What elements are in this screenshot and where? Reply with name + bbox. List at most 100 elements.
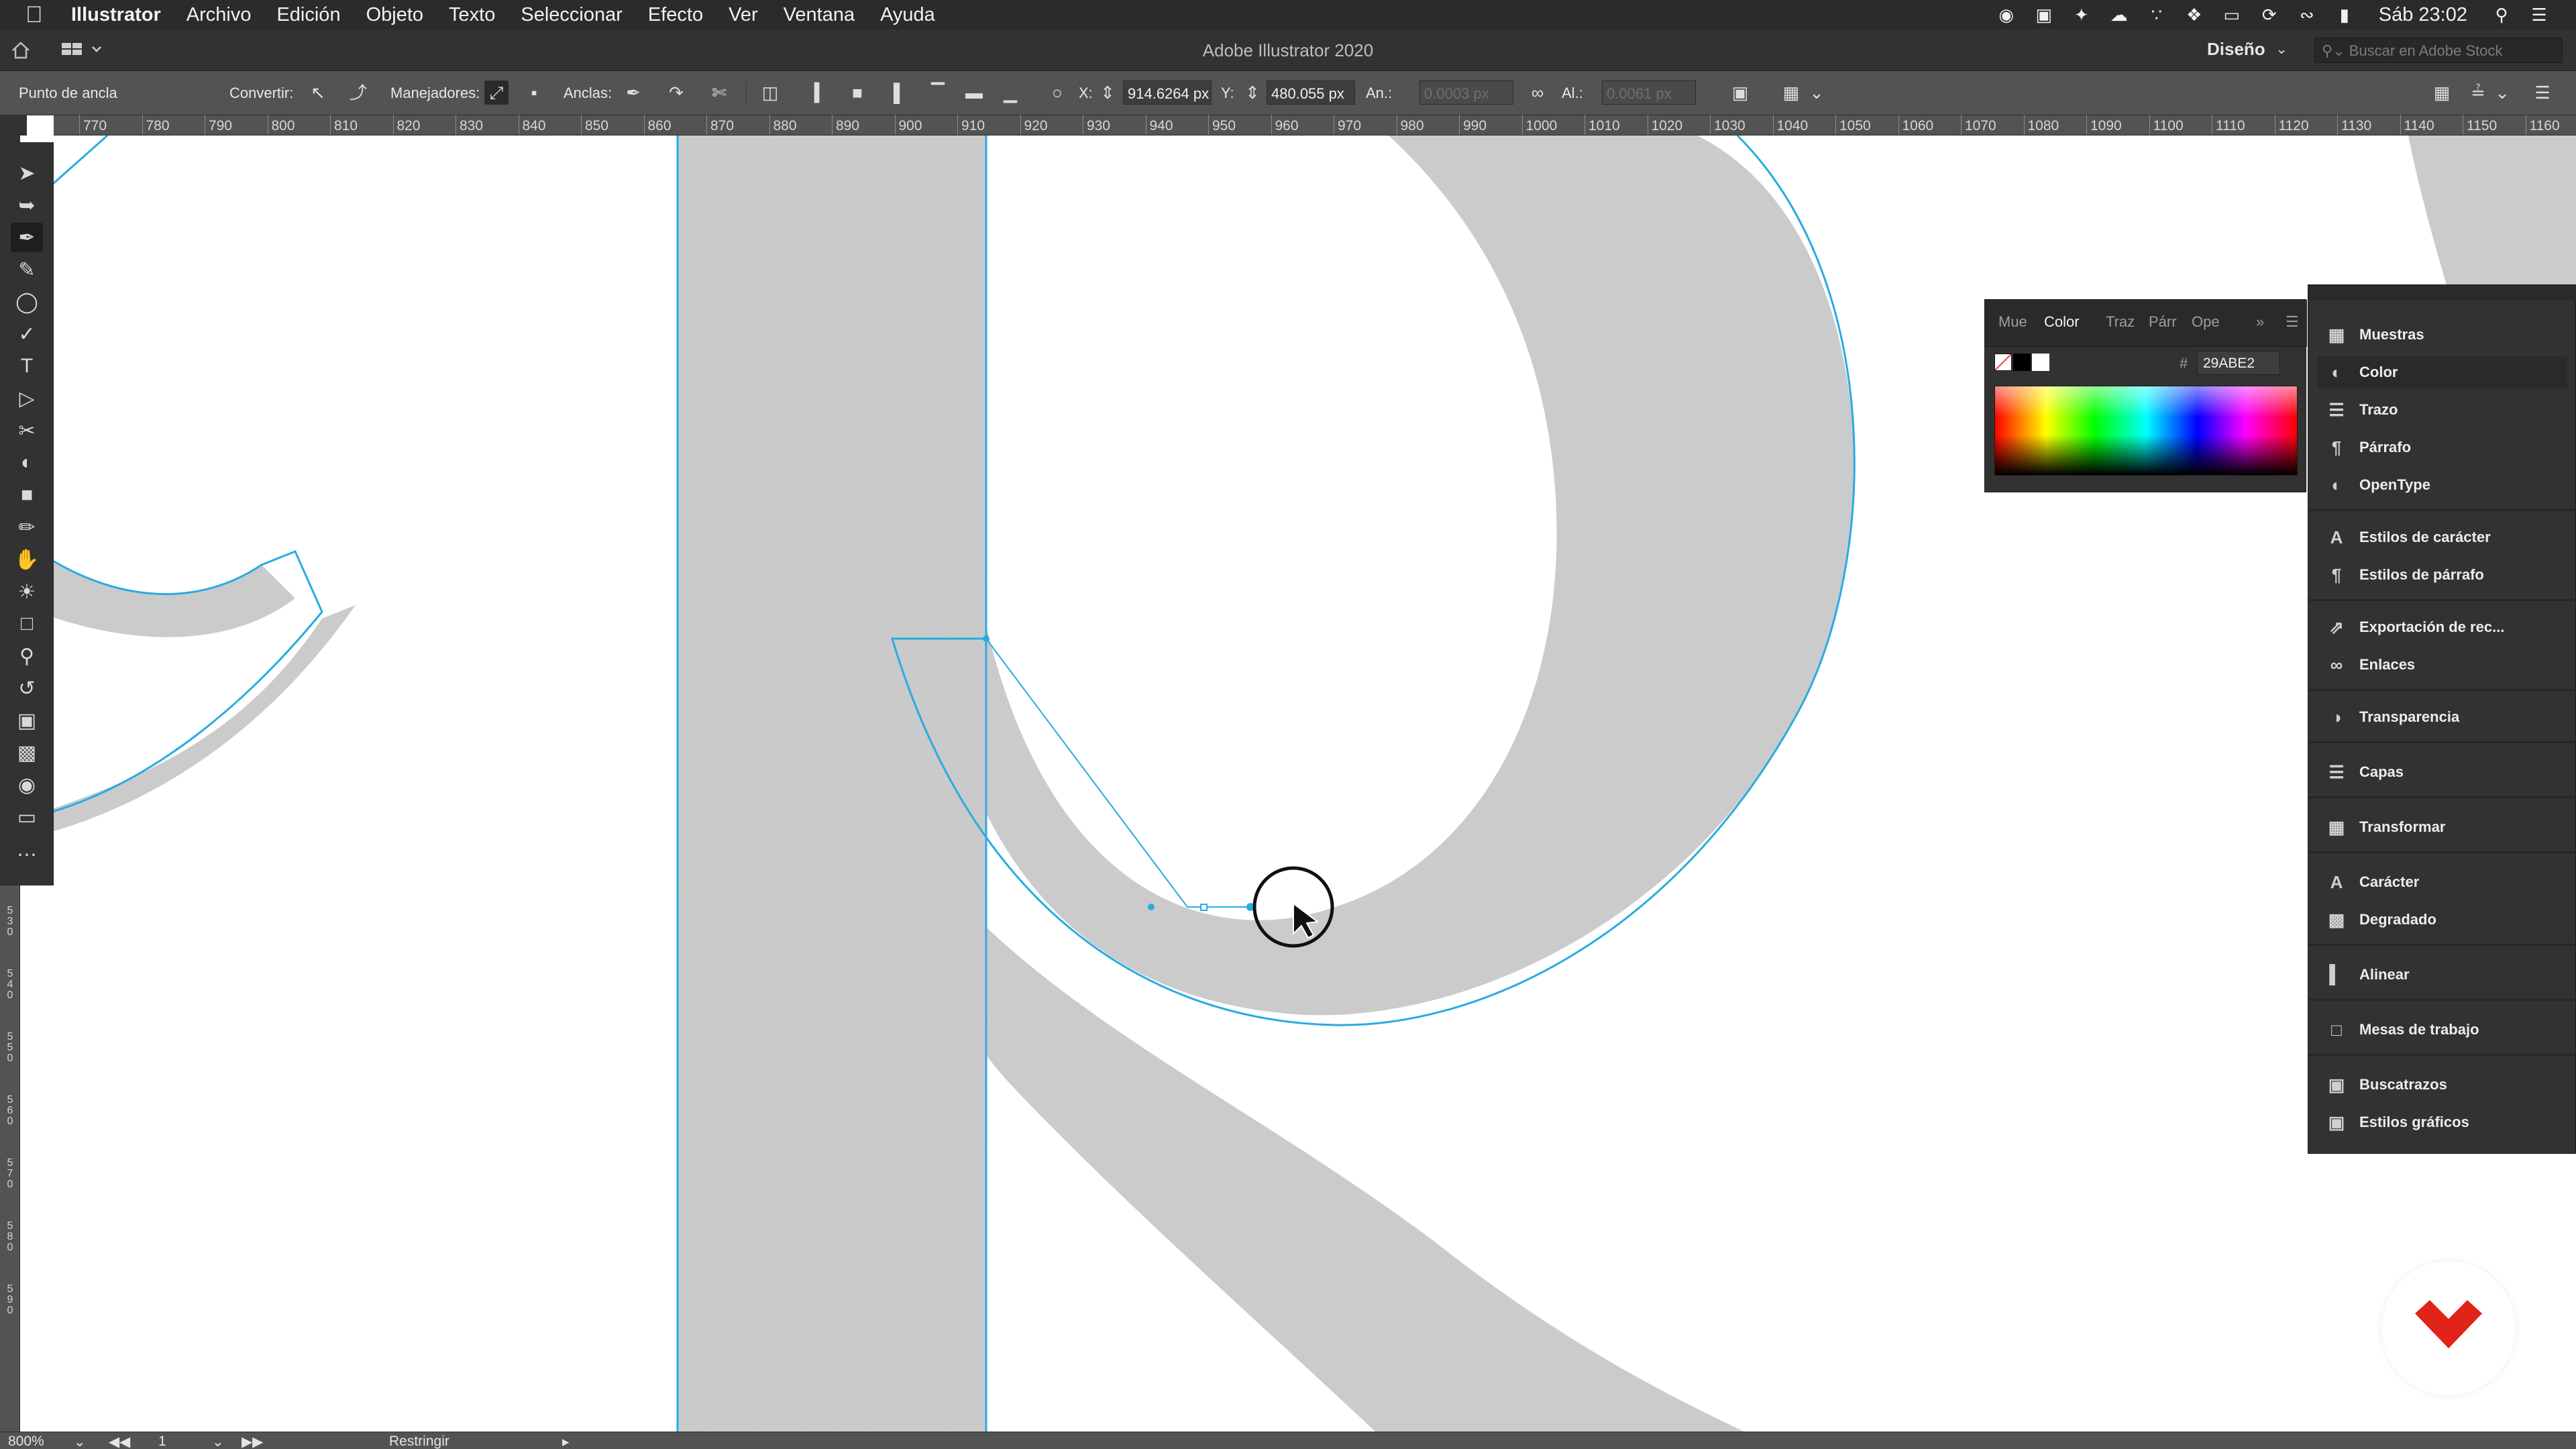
tab-muestras[interactable]: Mue <box>1998 313 2027 331</box>
dock-item-degradado[interactable]: ▩ Degradado <box>2318 904 2567 936</box>
pen-tool-icon[interactable]: ✒ <box>11 223 43 252</box>
dock-item-parrafo[interactable]: ¶ Párrafo <box>2318 431 2567 464</box>
stock-search-input[interactable]: ⚲⌄ Buscar en Adobe Stock <box>2314 38 2563 63</box>
dock-item-estilos-parrafo[interactable]: ¶ Estilos de párrafo <box>2318 559 2567 591</box>
menu-texto[interactable]: Texto <box>449 4 495 26</box>
isolate-icon[interactable]: ◫ <box>758 80 782 105</box>
reflect-tool-icon[interactable]: ▷ <box>11 384 43 413</box>
menu-ayuda[interactable]: Ayuda <box>880 4 935 26</box>
dock-item-estilos-caracter[interactable]: A Estilos de carácter <box>2318 521 2567 553</box>
none-swatch-icon[interactable] <box>1994 354 2012 371</box>
color-spectrum[interactable] <box>1994 386 2298 476</box>
zoom-level[interactable]: 800% <box>8 1434 44 1449</box>
link-proportions-icon[interactable]: ∞ <box>1525 80 1550 105</box>
record-icon[interactable]: ◉ <box>1996 5 2017 24</box>
dock-item-capas[interactable]: ☰ Capas <box>2318 756 2567 788</box>
remove-anchor-icon[interactable]: ✒ <box>621 80 645 105</box>
convert-corner-icon[interactable]: ↖ <box>306 80 330 105</box>
color-mode-icon[interactable]: ▩ <box>11 738 43 767</box>
y-field[interactable]: 480.055 px <box>1267 80 1355 105</box>
align-left-icon[interactable]: ▍ <box>809 80 833 105</box>
controlbar-menu-icon[interactable]: ☰ <box>2530 80 2555 105</box>
menu-archivo[interactable]: Archivo <box>186 4 252 26</box>
panel-menu-icon[interactable]: ☰ <box>2286 313 2299 331</box>
paintbrush-tool-icon[interactable]: ✓ <box>11 319 43 349</box>
more-tools-icon[interactable]: ⋯ <box>11 840 43 869</box>
align-right-icon[interactable]: ▐ <box>881 80 906 105</box>
dock-item-alinear[interactable]: ▍ Alinear <box>2318 959 2567 991</box>
artboard-dropdown-icon[interactable]: ⌄ <box>212 1434 224 1449</box>
cut-path-icon[interactable]: ✄ <box>707 80 731 105</box>
width-field[interactable]: 0.0003 px <box>1419 80 1513 105</box>
status-menu-arrow-icon[interactable]: ▸ <box>562 1434 570 1449</box>
creative-cloud-icon[interactable]: ☁ <box>2109 5 2129 24</box>
reference-point-icon[interactable]: ○ <box>1045 80 1069 105</box>
zoom-dropdown-icon[interactable]: ⌄ <box>74 1434 86 1449</box>
dock-item-transparencia[interactable]: ◑ Transparencia <box>2318 701 2567 733</box>
ruler-top[interactable]: 770 780 790 800 810 820 830 840 850 860 870 880 890 9… <box>54 115 2576 136</box>
x-field[interactable]: 914.6264 px <box>1123 80 1212 105</box>
black-swatch[interactable] <box>2013 354 2031 371</box>
bluetooth-icon[interactable]: ∵ <box>2147 5 2167 24</box>
shape-builder-tool-icon[interactable]: ◐ <box>11 448 43 478</box>
hex-field[interactable]: 29ABE2 <box>2197 351 2280 375</box>
battery-icon[interactable]: ▮ <box>2334 5 2355 24</box>
align-center-h-icon[interactable]: ■ <box>845 80 869 105</box>
notification-center-icon[interactable]: ☰ <box>2529 5 2549 24</box>
tab-opentype[interactable]: Ope <box>2192 313 2220 331</box>
align-center-v-icon[interactable]: ▬ <box>962 80 986 105</box>
puppet-warp-tool-icon[interactable]: ✋ <box>11 545 43 574</box>
ruler-left[interactable]: 5 3 0 5 4 0 5 5 0 5 6 0 5 7 0 5 8 0 5 9 0 <box>0 885 20 1432</box>
gradient-tool-icon[interactable]: ■ <box>11 480 43 510</box>
tab-parrafo[interactable]: Párr <box>2149 313 2177 331</box>
menubar-clock[interactable]: Sáb 23:02 <box>2379 4 2467 26</box>
airplay-icon[interactable]: ▭ <box>2222 5 2242 24</box>
distribute-icon[interactable]: ≟ <box>2466 80 2490 105</box>
align-bottom-icon[interactable]: ▁ <box>998 80 1022 105</box>
pencil-tool-icon[interactable]: ✎ <box>11 255 43 284</box>
dock-item-transformar[interactable]: ▦ Transformar <box>2318 811 2567 843</box>
eyedropper-tool-icon[interactable]: ✏ <box>11 513 43 542</box>
dock-item-muestras[interactable]: ▦ Muestras <box>2318 319 2567 351</box>
wifi-icon[interactable]: ∾ <box>2297 5 2317 24</box>
menu-objeto[interactable]: Objeto <box>366 4 423 26</box>
dock-item-opentype[interactable]: ◐ OpenType <box>2318 469 2567 501</box>
apple-logo-icon[interactable]:  <box>25 2 52 28</box>
chevron-down-icon[interactable]: ⌄ <box>2275 40 2288 58</box>
selection-tool-icon[interactable]: ➤ <box>11 158 43 188</box>
dock-item-color[interactable]: ◐ Color <box>2318 356 2567 388</box>
screen-share-icon[interactable]: ▣ <box>2034 5 2054 24</box>
align-top-icon[interactable]: ▔ <box>926 80 950 105</box>
hide-handles-icon[interactable]: ▪ <box>522 80 546 105</box>
x-stepper-icon[interactable]: ⇕ <box>1100 80 1115 105</box>
connect-anchor-icon[interactable]: ↷ <box>664 80 688 105</box>
workspace-selector[interactable]: Diseño <box>2207 39 2265 60</box>
expand-panel-icon[interactable]: » <box>2256 313 2264 331</box>
shape-icon[interactable]: ▦ <box>1779 80 1803 105</box>
dock-item-buscatrazos[interactable]: ▣ Buscatrazos <box>2318 1069 2567 1101</box>
next-artboard-icon[interactable]: ▶▶ <box>241 1434 263 1449</box>
status-mode[interactable]: Restringir <box>389 1434 449 1449</box>
magic-icon[interactable]: ✦ <box>2072 5 2092 24</box>
dock-item-exportacion[interactable]: ⇗ Exportación de rec... <box>2318 611 2567 643</box>
type-tool-icon[interactable]: T <box>11 352 43 381</box>
zoom-tool-icon[interactable]: ⚲ <box>11 641 43 671</box>
white-swatch[interactable] <box>2032 354 2049 371</box>
scissors-tool-icon[interactable]: ✂ <box>11 416 43 445</box>
live-paint-tool-icon[interactable]: ☀ <box>11 577 43 606</box>
artboard-number[interactable]: 1 <box>158 1434 166 1449</box>
swap-colors-icon[interactable]: ↺ <box>11 674 43 703</box>
dock-item-estilos-graficos[interactable]: ▣ Estilos gráficos <box>2318 1106 2567 1138</box>
ellipse-tool-icon[interactable]: ◯ <box>11 287 43 317</box>
tab-color[interactable]: Color <box>2044 313 2080 331</box>
menu-ver[interactable]: Ver <box>729 4 758 26</box>
menu-ventana[interactable]: Ventana <box>784 4 855 26</box>
tab-trazo[interactable]: Traz <box>2106 313 2135 331</box>
transform-icon[interactable]: ▣ <box>1728 80 1752 105</box>
dock-header[interactable] <box>2308 285 2576 300</box>
dock-item-enlaces[interactable]: ∞ Enlaces <box>2318 649 2567 681</box>
spotlight-search-icon[interactable]: ⚲ <box>2491 5 2512 24</box>
artboard-tool-icon[interactable]: □ <box>11 609 43 639</box>
dock-item-caracter[interactable]: A Carácter <box>2318 866 2567 898</box>
dock-item-trazo[interactable]: ☰ Trazo <box>2318 394 2567 426</box>
